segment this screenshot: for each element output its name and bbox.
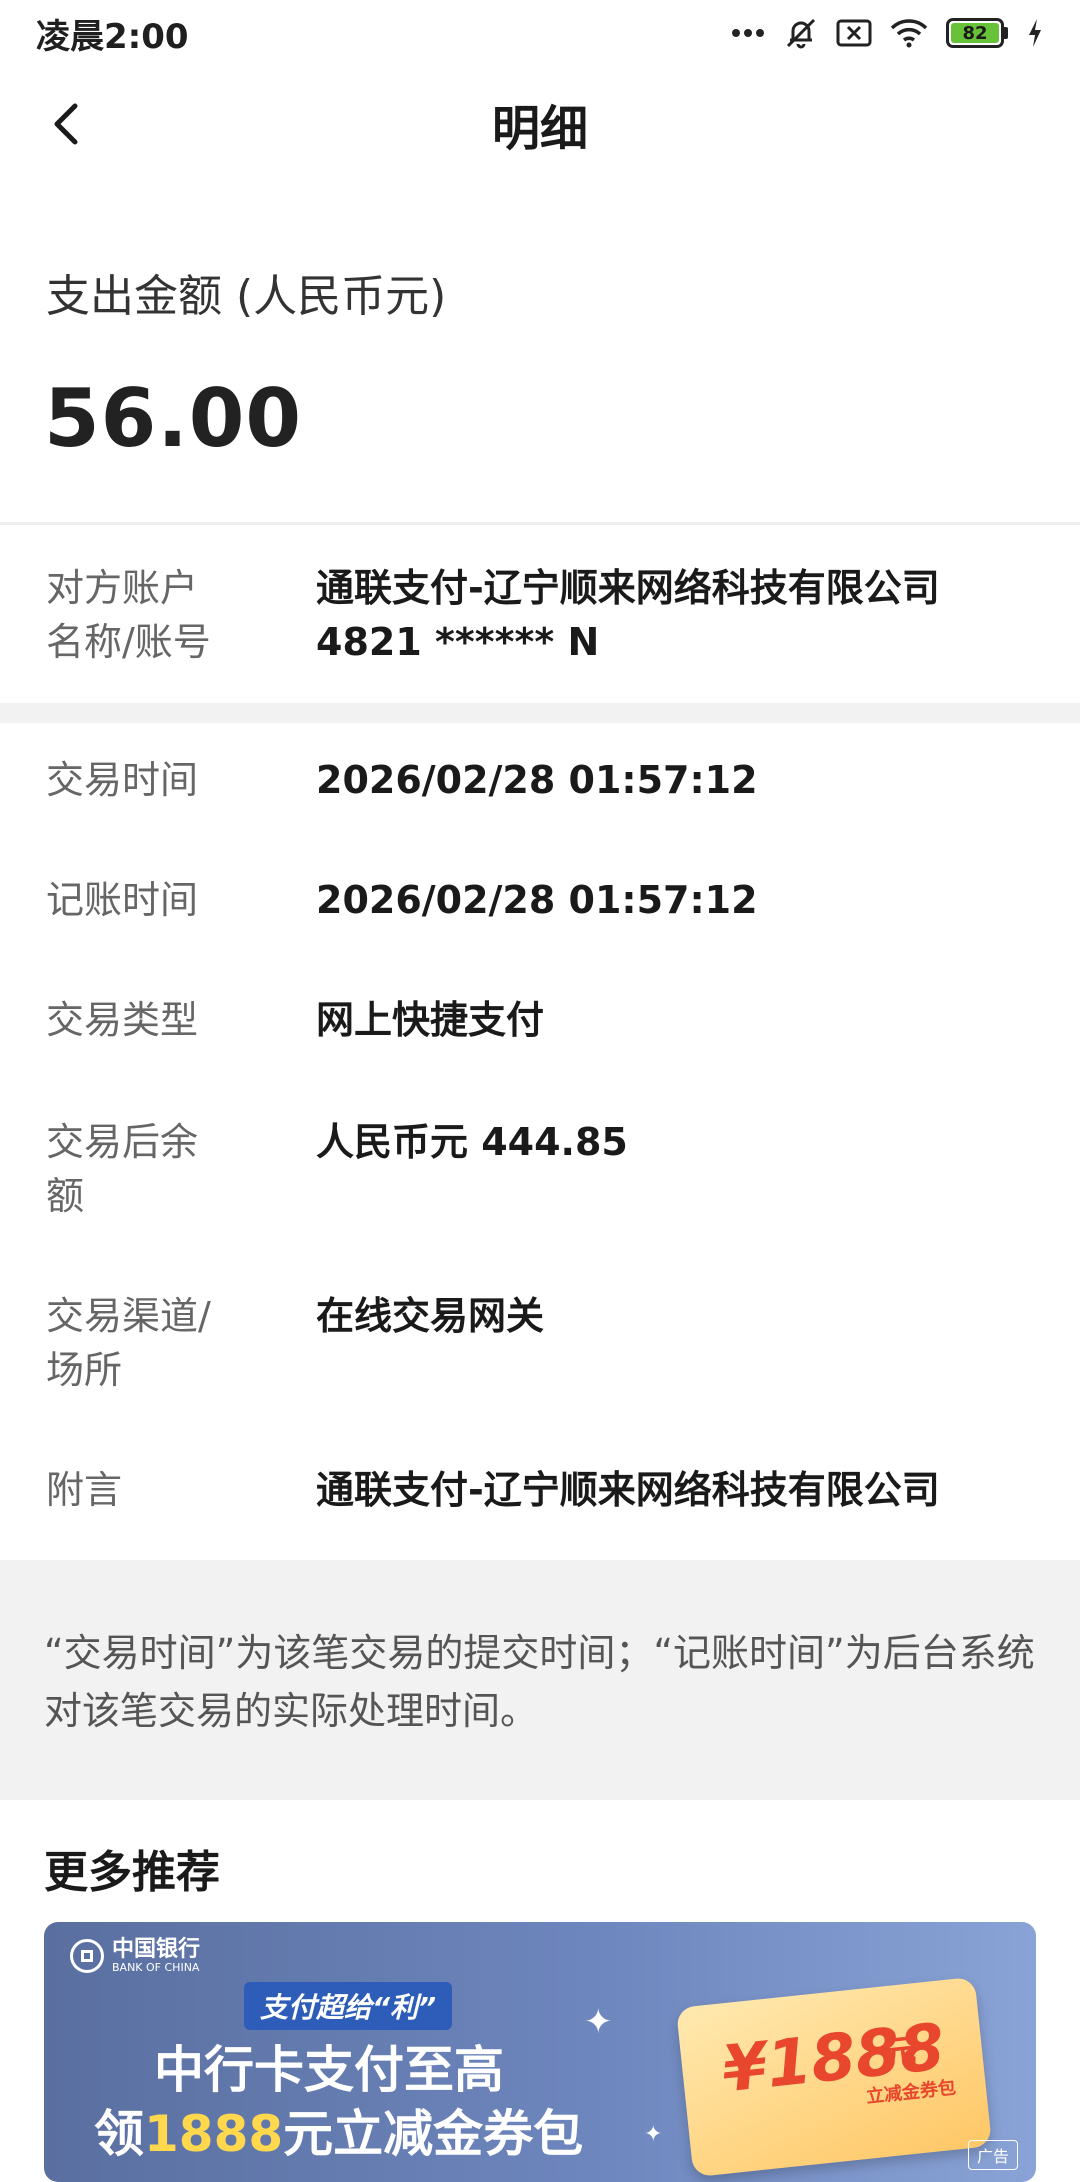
promo-banner[interactable]: 中国银行 BANK OF CHINA 支付超给“利” 中行卡支付至高 领1888…	[44, 1922, 1036, 2182]
coupon-graphic: ¥1888 元 立减金券包	[675, 1976, 993, 2178]
detail-label-balance: 交易后余 额	[46, 1120, 199, 1218]
bank-logo: 中国银行 BANK OF CHINA	[70, 1938, 200, 1974]
detail-value-remark: 通联支付-辽宁顺来网络科技有限公司	[316, 1468, 940, 1512]
status-icons: 82	[730, 16, 1044, 50]
more-title: 更多推荐	[44, 1847, 220, 1898]
charging-icon	[1026, 18, 1044, 48]
bank-of-china-icon	[70, 1939, 104, 1973]
detail-value-posting-time: 2026/02/28 01:57:12	[316, 878, 758, 922]
battery-level: 82	[951, 23, 999, 44]
chevron-left-icon	[54, 103, 78, 145]
detail-label-remark: 附言	[46, 1468, 123, 1512]
detail-label-posting-time: 记账时间	[46, 878, 199, 922]
sim-blocked-icon	[836, 18, 872, 48]
counterparty-name: 通联支付-辽宁顺来网络科技有限公司	[316, 566, 940, 610]
status-bar: 凌晨2:00 82	[0, 0, 1080, 66]
more-recommendations: 更多推荐 中国银行 BANK OF CHINA 支付超给“利” 中行卡支付至高 …	[0, 1800, 1080, 2182]
detail-value-balance: 人民币元 444.85	[316, 1120, 628, 1164]
bank-name: 中国银行	[112, 1937, 201, 1962]
amount-value: 56.00	[44, 372, 303, 465]
counterparty-value: 通联支付-辽宁顺来网络科技有限公司 4821 ****** N	[316, 561, 1046, 669]
detail-label-transaction-type: 交易类型	[46, 998, 199, 1042]
amount-section: 支出金额 (人民币元) 56.00	[0, 182, 1080, 522]
section-divider	[0, 703, 1080, 723]
nav-bar: 明细	[0, 66, 1080, 182]
sparkle-icon: ✦	[584, 2002, 613, 2042]
coupon-unit: 元	[879, 2031, 918, 2075]
detail-value-transaction-time: 2026/02/28 01:57:12	[316, 758, 758, 802]
detail-value-channel: 在线交易网关	[316, 1294, 545, 1338]
battery-icon: 82	[946, 18, 1008, 48]
ad-badge: 广告	[967, 2140, 1018, 2170]
bank-name-en: BANK OF CHINA	[112, 1961, 200, 1974]
counterparty-account: 4821 ****** N	[316, 620, 600, 664]
back-button[interactable]	[36, 94, 96, 154]
detail-value-transaction-type: 网上快捷支付	[316, 998, 545, 1042]
counterparty-label: 对方账户 名称/账号	[46, 566, 211, 664]
detail-label-channel: 交易渠道/ 场所	[46, 1294, 211, 1392]
note-section: “交易时间”为该笔交易的提交时间；“记账时间”为后台系统对该笔交易的实际处理时间…	[0, 1560, 1080, 1800]
status-time: 凌晨2:00	[36, 16, 189, 57]
promo-tag: 支付超给“利”	[244, 1982, 453, 2030]
detail-label-transaction-time: 交易时间	[46, 758, 199, 802]
amount-label: 支出金额 (人民币元)	[46, 271, 447, 322]
counterparty-section: 对方账户 名称/账号 通联支付-辽宁顺来网络科技有限公司 4821 ******…	[0, 525, 1080, 703]
sparkle-icon: ✦	[644, 2122, 663, 2147]
transaction-details: 交易时间 2026/02/28 01:57:12 记账时间 2026/02/28…	[0, 723, 1080, 1560]
bell-muted-icon	[784, 16, 818, 50]
wifi-icon	[890, 18, 928, 48]
more-dots-icon	[730, 27, 766, 39]
promo-subline: 领1888元立减金券包	[94, 2105, 584, 2163]
promo-headline: 中行卡支付至高	[154, 2041, 504, 2099]
note-text: “交易时间”为该笔交易的提交时间；“记账时间”为后台系统对该笔交易的实际处理时间…	[44, 1631, 1035, 1733]
page-title: 明细	[491, 101, 588, 157]
